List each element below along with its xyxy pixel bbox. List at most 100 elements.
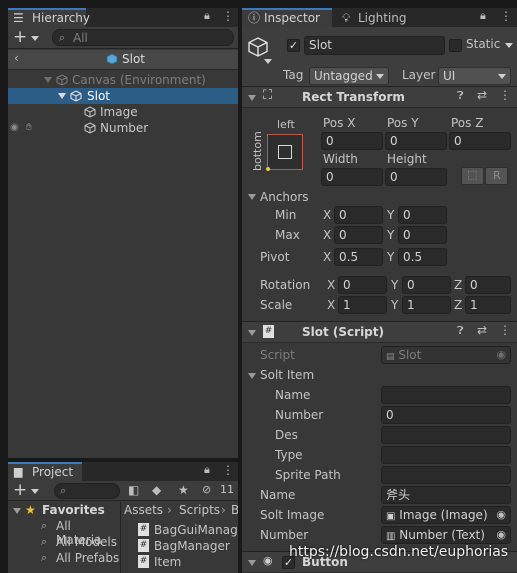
project-search-input[interactable]: ⌕ — [54, 483, 120, 499]
solt-item-expand-arrow-icon[interactable] — [248, 373, 256, 379]
item-number-input[interactable]: 0 — [381, 406, 511, 424]
object-picker-icon[interactable]: ◉ — [496, 507, 506, 523]
filter-label-icon[interactable]: ◆ — [152, 483, 161, 497]
collapse-arrow-icon[interactable] — [248, 560, 256, 566]
object-picker-icon[interactable]: ◉ — [496, 527, 506, 543]
back-chevron-icon[interactable]: ‹ — [14, 51, 19, 65]
raw-edit-button[interactable]: R — [485, 167, 508, 185]
anchor-presets-button[interactable] — [266, 134, 303, 171]
tab-lighting[interactable]: 💡︎ Lighting — [334, 8, 414, 27]
add-icon[interactable]: + — [13, 27, 27, 47]
anchor-min-x-value: 0 — [339, 208, 347, 222]
number-object-field[interactable]: ▥ Number (Text) ◉ — [381, 526, 511, 544]
posx-input[interactable]: 0 — [321, 132, 383, 150]
anchor-min-y-input[interactable]: 0 — [398, 206, 447, 224]
anchors-expand-arrow-icon[interactable] — [248, 194, 256, 200]
kebab-menu-icon[interactable]: ⋮ — [500, 9, 512, 23]
scale-x-input[interactable]: 1 — [338, 296, 387, 314]
item-des-input[interactable] — [381, 426, 511, 444]
tree-item-image[interactable]: Image — [8, 104, 238, 120]
tab-project[interactable]: ▆ Project — [8, 462, 82, 481]
name-input[interactable]: 斧头 — [381, 486, 511, 504]
posz-input[interactable]: 0 — [449, 132, 511, 150]
pivot-x-input[interactable]: 0.5 — [334, 248, 383, 266]
lock-icon[interactable]: 🔒︎ — [480, 9, 486, 23]
kebab-menu-icon[interactable]: ⋮ — [222, 9, 234, 23]
slot-script-header[interactable]: # Slot (Script) ❓︎ ⇄ ⋮ — [242, 321, 517, 343]
folder-icon: ▆ — [14, 465, 23, 478]
static-dropdown-arrow[interactable] — [505, 43, 513, 48]
rotation-x-input[interactable]: 0 — [338, 276, 387, 294]
add-dropdown-arrow[interactable] — [31, 489, 39, 494]
scale-y-input[interactable]: 1 — [402, 296, 451, 314]
icon-dropdown-arrow[interactable] — [264, 59, 272, 64]
favorites-item[interactable]: All Prefabs — [56, 551, 119, 565]
rect-transform-header[interactable]: ⛶ Rect Transform ❓︎ ⇄ ⋮ — [242, 86, 517, 108]
help-icon[interactable]: ❓︎ — [457, 89, 464, 103]
expand-arrow-icon[interactable] — [58, 93, 66, 99]
rotation-z-input[interactable]: 0 — [465, 276, 511, 294]
hidden-packages-icon[interactable]: ⊘ — [202, 483, 211, 496]
file-item[interactable]: # BagGuiManage — [138, 522, 238, 538]
static-checkbox[interactable] — [449, 39, 462, 52]
kebab-menu-icon[interactable]: ⋮ — [499, 88, 511, 102]
favorite-star-icon[interactable]: ★ — [178, 483, 189, 497]
object-name-input[interactable]: Slot — [304, 36, 445, 55]
file-item[interactable]: # Item — [138, 554, 238, 570]
rotation-y-input[interactable]: 0 — [402, 276, 451, 294]
scale-z-input[interactable]: 1 — [465, 296, 511, 314]
add-dropdown-arrow[interactable] — [31, 36, 39, 41]
active-checkbox[interactable]: ✓ — [287, 39, 300, 52]
layer-dropdown[interactable]: UI — [438, 67, 511, 85]
anchor-min-x-input[interactable]: 0 — [334, 206, 383, 224]
presets-icon[interactable]: ⇄ — [477, 88, 487, 102]
favorites-item[interactable]: All Models — [56, 535, 117, 549]
height-input[interactable]: 0 — [385, 168, 447, 186]
expand-arrow-icon[interactable] — [44, 77, 52, 83]
gameobject-cube-icon[interactable] — [247, 36, 269, 58]
height-label: Height — [387, 152, 427, 166]
breadcrumb-item[interactable]: B — [231, 502, 238, 519]
width-input[interactable]: 0 — [321, 168, 383, 186]
presets-icon[interactable]: ⇄ — [477, 323, 487, 337]
blueprint-mode-button[interactable]: ⬚ — [461, 167, 484, 185]
filter-type-icon[interactable]: ◧ — [128, 483, 139, 497]
add-icon[interactable]: + — [13, 480, 27, 500]
tab-hierarchy[interactable]: ☰ Hierarchy — [8, 8, 90, 27]
collapse-arrow-icon[interactable] — [248, 95, 256, 101]
tree-item-slot[interactable]: Slot — [8, 88, 238, 104]
item-name-input[interactable] — [381, 386, 511, 404]
favorites-label[interactable]: Favorites — [42, 503, 105, 517]
solt-image-object-field[interactable]: ▣ Image (Image) ◉ — [381, 506, 511, 524]
file-item[interactable]: # BagManager — [138, 538, 238, 554]
breadcrumb-item[interactable]: Scripts — [179, 502, 220, 519]
anchor-max-y-input[interactable]: 0 — [398, 226, 447, 244]
help-icon[interactable]: ❓︎ — [457, 324, 464, 338]
tag-dropdown[interactable]: Untagged — [309, 67, 389, 85]
anchor-max-x-input[interactable]: 0 — [334, 226, 383, 244]
lock-icon[interactable]: 🔒︎ — [204, 463, 210, 477]
item-sprite-path-input[interactable] — [381, 466, 511, 484]
y-label: Y — [391, 278, 399, 292]
tree-item-canvas[interactable]: Canvas (Environment) — [8, 72, 238, 88]
collapse-arrow-icon[interactable] — [248, 330, 256, 336]
tab-inspector[interactable]: ⓘ Inspector — [242, 8, 332, 27]
anchors-label[interactable]: Anchors — [260, 189, 309, 205]
item-type-input[interactable] — [381, 446, 511, 464]
y-label: Y — [391, 298, 399, 312]
pivot-y-input[interactable]: 0.5 — [398, 248, 447, 266]
posy-input[interactable]: 0 — [385, 132, 447, 150]
lock-icon[interactable]: 🔒︎ — [204, 9, 210, 23]
breadcrumb-item[interactable]: Assets — [124, 502, 163, 519]
visibility-eye-icon[interactable]: ◉ — [10, 120, 19, 136]
item-des-label: Des — [275, 428, 298, 442]
kebab-menu-icon[interactable]: ⋮ — [222, 463, 234, 477]
solt-item-label[interactable]: Solt Item — [260, 367, 314, 383]
tree-item-number[interactable]: ◉ ✋︎ Number — [8, 120, 238, 136]
expand-arrow-icon[interactable] — [13, 508, 21, 514]
tree-item-label: Canvas (Environment) — [72, 73, 206, 87]
pickable-hand-icon[interactable]: ✋︎ — [26, 120, 32, 136]
hierarchy-search-input[interactable]: ⌕ All — [52, 29, 234, 46]
kebab-menu-icon[interactable]: ⋮ — [499, 323, 511, 337]
item-sprite-path-label: Sprite Path — [275, 468, 341, 482]
